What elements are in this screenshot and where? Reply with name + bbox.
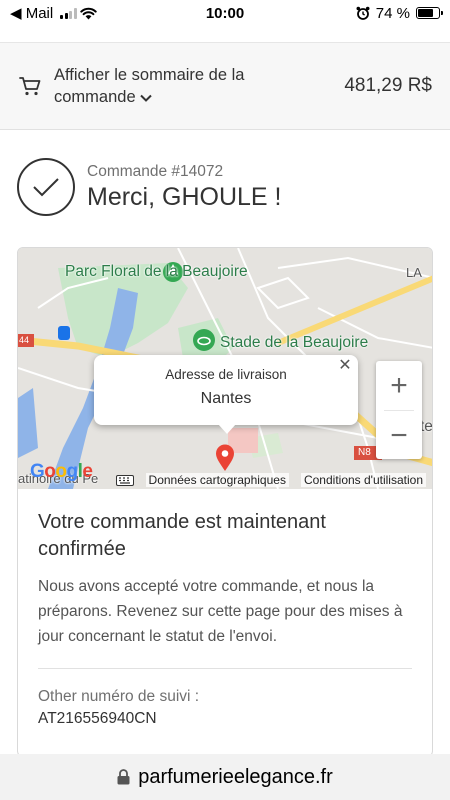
battery-level (418, 9, 433, 17)
map-footer: Données cartographiques Conditions d'uti… (18, 471, 432, 489)
close-icon[interactable]: ✕ (336, 357, 354, 375)
stadium-marker-icon (193, 329, 215, 351)
status-right: 74 % (290, 4, 443, 22)
infowindow-heading: Adresse de livraison (165, 367, 287, 382)
transit-icon (58, 326, 70, 340)
order-total: 481,29 R$ (344, 75, 432, 96)
thank-you-text: Commande #14072 Merci, GHOULE ! (87, 163, 281, 212)
back-to-mail-link[interactable]: ◀ Mail (10, 4, 53, 22)
map-data-link[interactable]: Données cartographiques (145, 473, 289, 487)
map-label-stade: Stade de la Beaujoire (220, 334, 369, 351)
road-label-n8: N8 (358, 447, 371, 458)
confirmation-text: Nous avons accepté votre commande, et no… (38, 578, 403, 645)
wifi-icon (80, 7, 97, 19)
location-pin-icon[interactable] (215, 444, 235, 472)
status-bar: ◀ Mail 10:00 74 % (0, 0, 450, 26)
tracking-label: Other numéro de suivi : (38, 688, 200, 705)
order-status-card: Parc Floral de la Beaujoire Stade de la … (17, 247, 433, 757)
browser-url-bar[interactable]: parfumerieelegance.fr (0, 754, 450, 800)
map-label-la: LA (406, 265, 422, 280)
lock-icon (117, 769, 130, 785)
zoom-controls: + − (376, 361, 422, 459)
order-summary-bar: Afficher le sommaire de la commande 481,… (0, 42, 450, 130)
tracking-number[interactable]: AT216556940CN (38, 710, 412, 728)
thank-you-header: Commande #14072 Merci, GHOULE ! (17, 152, 433, 222)
thank-you-title: Merci, GHOULE ! (87, 182, 282, 211)
terms-link[interactable]: Conditions d'utilisation (300, 473, 426, 487)
battery-icon (416, 7, 443, 19)
map-label-parc: Parc Floral de la Beaujoire (65, 263, 248, 280)
zoom-in-button[interactable]: + (376, 361, 422, 410)
keyboard-icon[interactable] (115, 474, 134, 486)
delivery-address-infowindow: Adresse de livraison Nantes ✕ (94, 355, 358, 434)
url-domain: parfumerieelegance.fr (138, 765, 333, 788)
confirmation-section: Votre commande est maintenant confirmée … (18, 489, 432, 728)
divider (38, 668, 412, 669)
alarm-icon (356, 6, 370, 20)
zoom-out-button[interactable]: − (376, 411, 422, 460)
infowindow-city: Nantes (200, 390, 252, 407)
order-summary-label[interactable]: Afficher le sommaire de la commande (54, 64, 284, 108)
battery-percent: 74 % (375, 4, 410, 22)
chevron-down-icon (139, 94, 152, 102)
confirmation-title: Votre commande est maintenant confirmée (38, 511, 326, 560)
order-number: Commande #14072 (87, 162, 224, 180)
delivery-map[interactable]: Parc Floral de la Beaujoire Stade de la … (18, 248, 432, 489)
status-left: ◀ Mail (10, 4, 160, 22)
road-label-44: 44 (19, 335, 30, 345)
checkmark-circle-icon (17, 158, 75, 216)
status-time: 10:00 (205, 4, 245, 22)
cart-icon (19, 77, 41, 96)
order-summary-toggle[interactable]: Afficher le sommaire de la commande (18, 64, 344, 108)
cellular-signal-icon (60, 7, 77, 19)
